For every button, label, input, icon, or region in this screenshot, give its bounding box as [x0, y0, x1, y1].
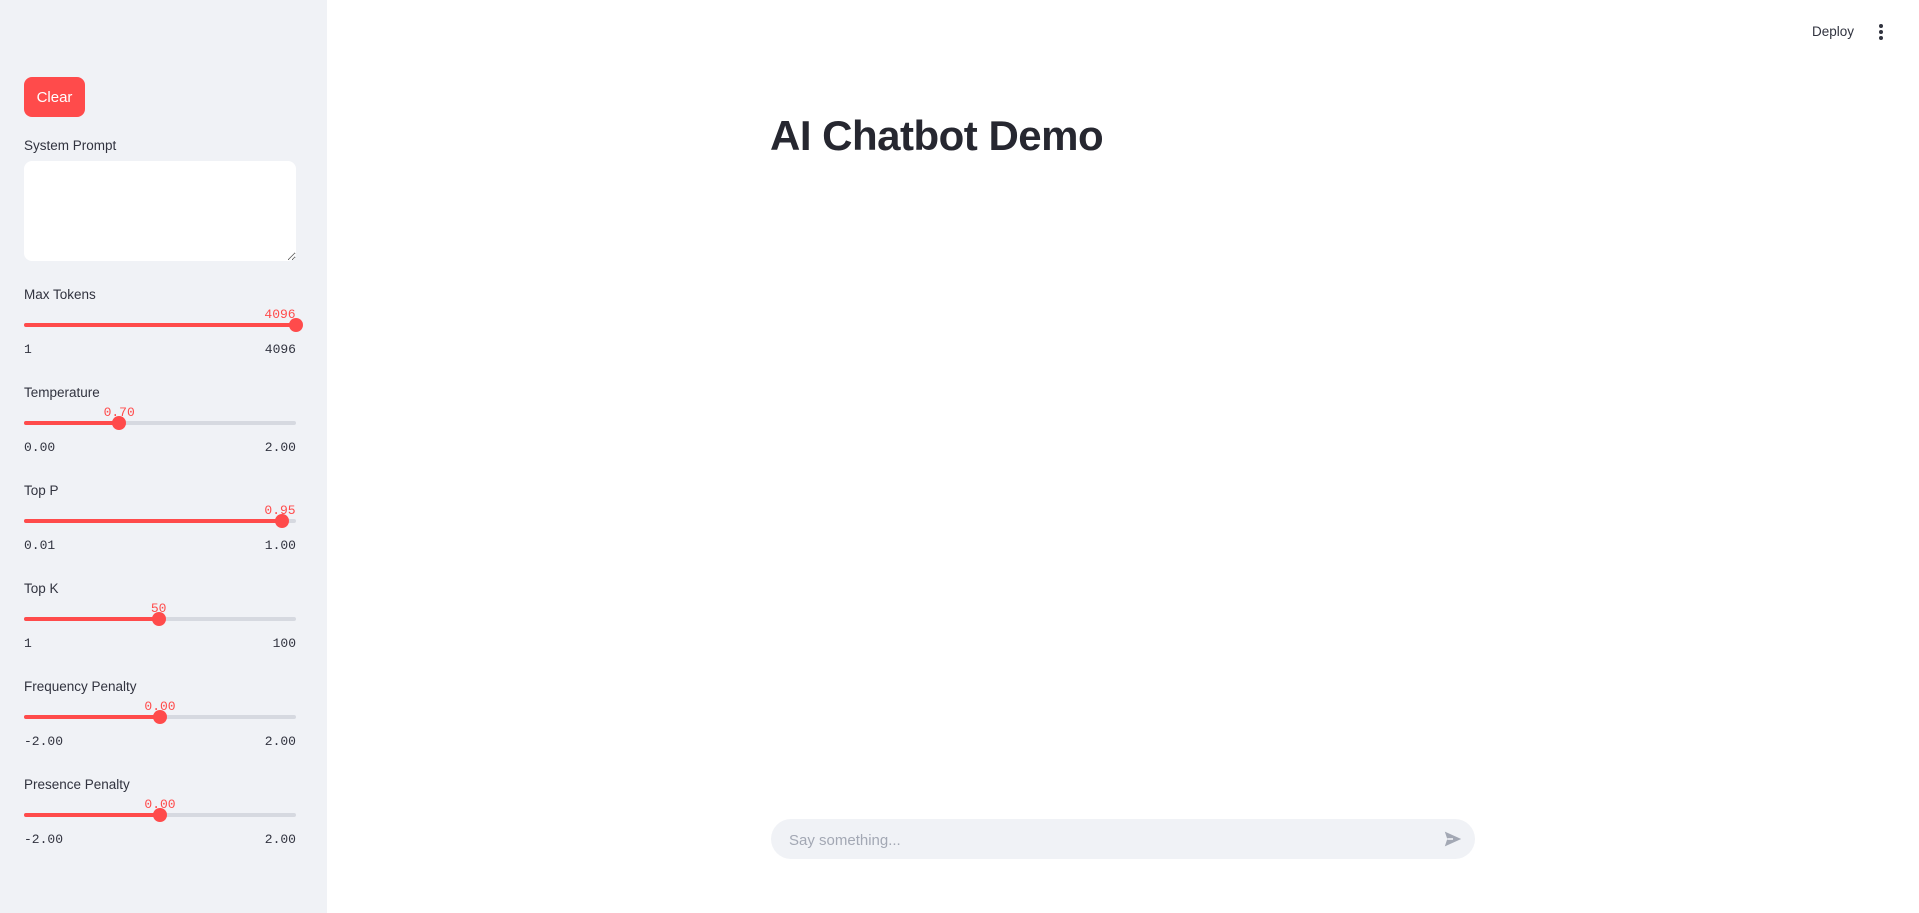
frequency-penalty-min: -2.00: [24, 734, 64, 749]
temperature-fill: [24, 421, 120, 425]
max-tokens-max: 4096: [264, 342, 296, 357]
top-k-label: Top K: [24, 581, 59, 596]
temperature-track[interactable]: [24, 416, 296, 430]
frequency-penalty-fill: [24, 715, 160, 719]
top-p-track[interactable]: [24, 514, 296, 528]
clear-button[interactable]: Clear: [24, 77, 85, 117]
top-p-value: 0.95: [264, 503, 296, 518]
max-tokens-value: 4096: [264, 307, 296, 322]
top-k-track[interactable]: [24, 612, 296, 626]
frequency-penalty-label: Frequency Penalty: [24, 679, 137, 694]
top-k-fill: [24, 617, 159, 621]
temperature-min: 0.00: [24, 440, 56, 455]
max-tokens-slider[interactable]: Max Tokens 4096 1 4096: [24, 287, 303, 357]
deploy-button[interactable]: Deploy: [1812, 24, 1854, 39]
presence-penalty-slider[interactable]: Presence Penalty 0.00 -2.00 2.00: [24, 777, 296, 847]
app: Clear System Prompt Max Tokens 4096 1 4096 T…: [0, 0, 1919, 913]
max-tokens-track[interactable]: [24, 318, 303, 332]
presence-penalty-fill: [24, 813, 160, 817]
max-tokens-fill: [24, 323, 296, 327]
top-k-max: 100: [272, 636, 296, 651]
system-prompt-input[interactable]: [24, 161, 296, 261]
chat-input[interactable]: [787, 819, 1431, 861]
frequency-penalty-max: 2.00: [264, 734, 296, 749]
presence-penalty-label: Presence Penalty: [24, 777, 130, 792]
top-p-slider[interactable]: Top P 0.95 0.01 1.00: [24, 483, 296, 553]
frequency-penalty-value: 0.00: [144, 699, 176, 714]
presence-penalty-min: -2.00: [24, 832, 64, 847]
max-tokens-label: Max Tokens: [24, 287, 96, 302]
top-k-value: 50: [150, 601, 167, 616]
top-p-fill: [24, 519, 283, 523]
temperature-value: 0.70: [103, 405, 135, 420]
top-p-min: 0.01: [24, 538, 56, 553]
page-title: AI Chatbot Demo: [770, 112, 1104, 159]
temperature-slider[interactable]: Temperature 0.70 0.00 2.00: [24, 385, 296, 455]
send-icon[interactable]: [1443, 830, 1463, 848]
sidebar: Clear System Prompt Max Tokens 4096 1 4096 T…: [0, 0, 327, 913]
kebab-menu-icon[interactable]: [1876, 24, 1886, 42]
frequency-penalty-track[interactable]: [24, 710, 296, 724]
presence-penalty-track[interactable]: [24, 808, 296, 822]
top-k-min: 1: [24, 636, 32, 651]
max-tokens-min: 1: [24, 342, 32, 357]
top-p-max: 1.00: [264, 538, 296, 553]
top-k-slider[interactable]: Top K 50 1 100: [24, 581, 296, 651]
temperature-label: Temperature: [24, 385, 100, 400]
top-p-label: Top P: [24, 483, 59, 498]
system-prompt-label: System Prompt: [24, 138, 117, 153]
frequency-penalty-slider[interactable]: Frequency Penalty 0.00 -2.00 2.00: [24, 679, 296, 749]
presence-penalty-max: 2.00: [264, 832, 296, 847]
temperature-max: 2.00: [264, 440, 296, 455]
presence-penalty-value: 0.00: [144, 797, 176, 812]
chat-input-container: [771, 819, 1475, 861]
